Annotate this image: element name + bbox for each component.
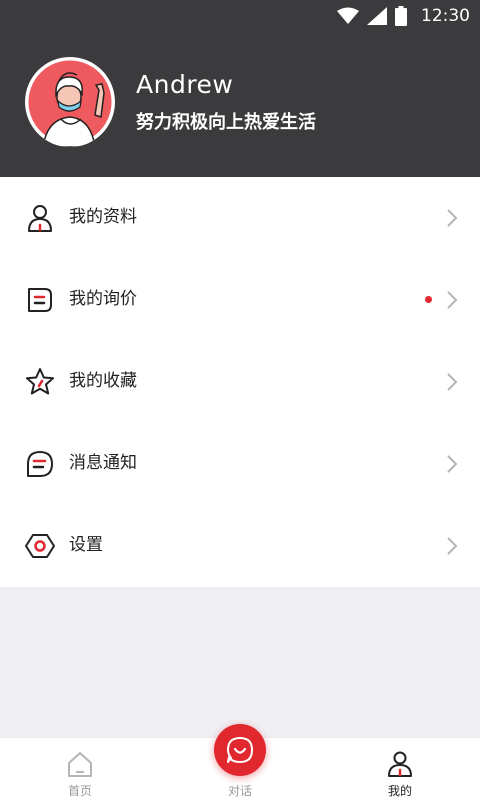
user-icon bbox=[28, 205, 52, 232]
inquiry-icon bbox=[28, 288, 52, 312]
menu-item-label: 消息通知 bbox=[69, 453, 137, 473]
notification-dot bbox=[425, 296, 432, 303]
battery-icon bbox=[395, 6, 407, 26]
profile-header: Andrew 努力积极向上热爱生活 bbox=[0, 32, 480, 177]
wifi-icon bbox=[337, 7, 359, 24]
chevron-right-icon bbox=[447, 455, 458, 473]
cell-signal-icon bbox=[367, 7, 387, 25]
menu-item-label: 我的收藏 bbox=[69, 371, 137, 391]
status-bar: 12:30 bbox=[0, 0, 480, 32]
chat-fab-button[interactable] bbox=[214, 724, 266, 776]
tab-mine[interactable]: 我的 bbox=[360, 738, 440, 801]
menu-item-profile[interactable]: 我的资料 bbox=[0, 177, 480, 259]
user-bio: 努力积极向上热爱生活 bbox=[136, 112, 316, 133]
status-time: 12:30 bbox=[421, 6, 470, 26]
menu-item-label: 我的询价 bbox=[69, 289, 137, 309]
menu-list: 我的资料 我的询价 我的收藏 消息通知 设置 bbox=[0, 177, 480, 587]
avatar[interactable] bbox=[25, 57, 115, 147]
settings-icon bbox=[25, 534, 55, 558]
chevron-right-icon bbox=[447, 209, 458, 227]
chevron-right-icon bbox=[447, 291, 458, 309]
tab-label: 对话 bbox=[227, 784, 252, 798]
chevron-right-icon bbox=[447, 537, 458, 555]
home-icon bbox=[68, 752, 92, 777]
message-icon bbox=[27, 451, 53, 477]
tab-home[interactable]: 首页 bbox=[40, 738, 120, 801]
tab-label: 首页 bbox=[67, 784, 92, 798]
username: Andrew bbox=[136, 70, 234, 99]
menu-item-inquiry[interactable]: 我的询价 bbox=[0, 259, 480, 341]
avatar-illustration bbox=[25, 57, 115, 147]
menu-item-label: 设置 bbox=[69, 535, 103, 555]
tab-label: 我的 bbox=[387, 784, 412, 798]
chevron-right-icon bbox=[447, 373, 458, 391]
status-icons: 12:30 bbox=[337, 0, 470, 32]
menu-item-favorites[interactable]: 我的收藏 bbox=[0, 341, 480, 423]
star-icon bbox=[26, 368, 54, 395]
user-icon bbox=[388, 751, 412, 777]
menu-item-settings[interactable]: 设置 bbox=[0, 505, 480, 587]
chat-icon bbox=[227, 737, 253, 763]
menu-item-label: 我的资料 bbox=[69, 207, 137, 227]
menu-item-notifications[interactable]: 消息通知 bbox=[0, 423, 480, 505]
